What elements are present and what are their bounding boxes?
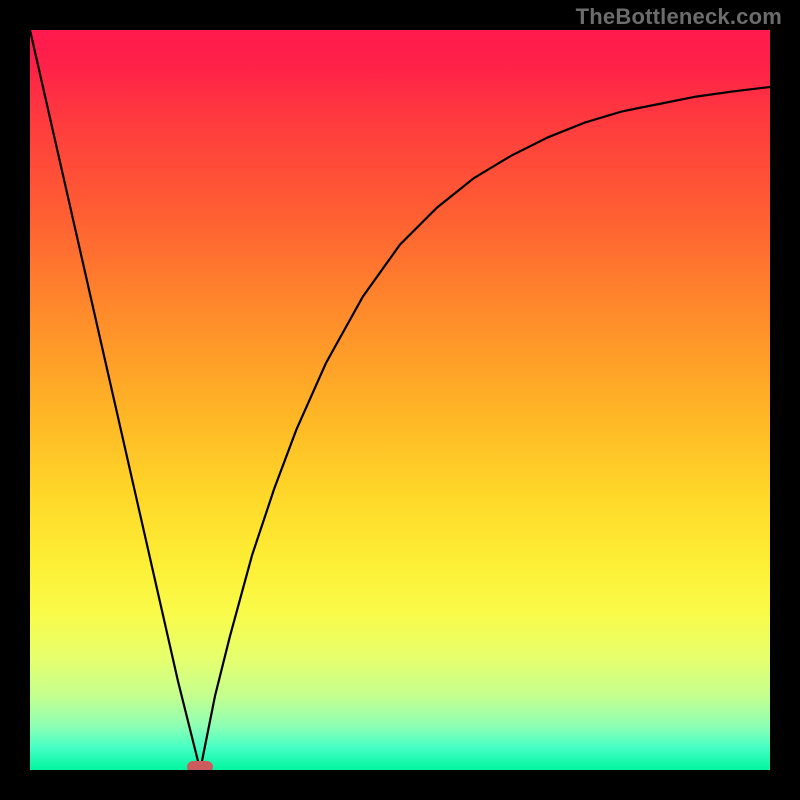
plot-area xyxy=(30,30,770,770)
curve-layer xyxy=(30,30,770,770)
curve-left-branch xyxy=(30,30,200,770)
curve-right-branch xyxy=(200,87,770,770)
chart-frame: TheBottleneck.com xyxy=(0,0,800,800)
watermark-text: TheBottleneck.com xyxy=(576,4,782,30)
minimum-marker xyxy=(187,761,213,770)
